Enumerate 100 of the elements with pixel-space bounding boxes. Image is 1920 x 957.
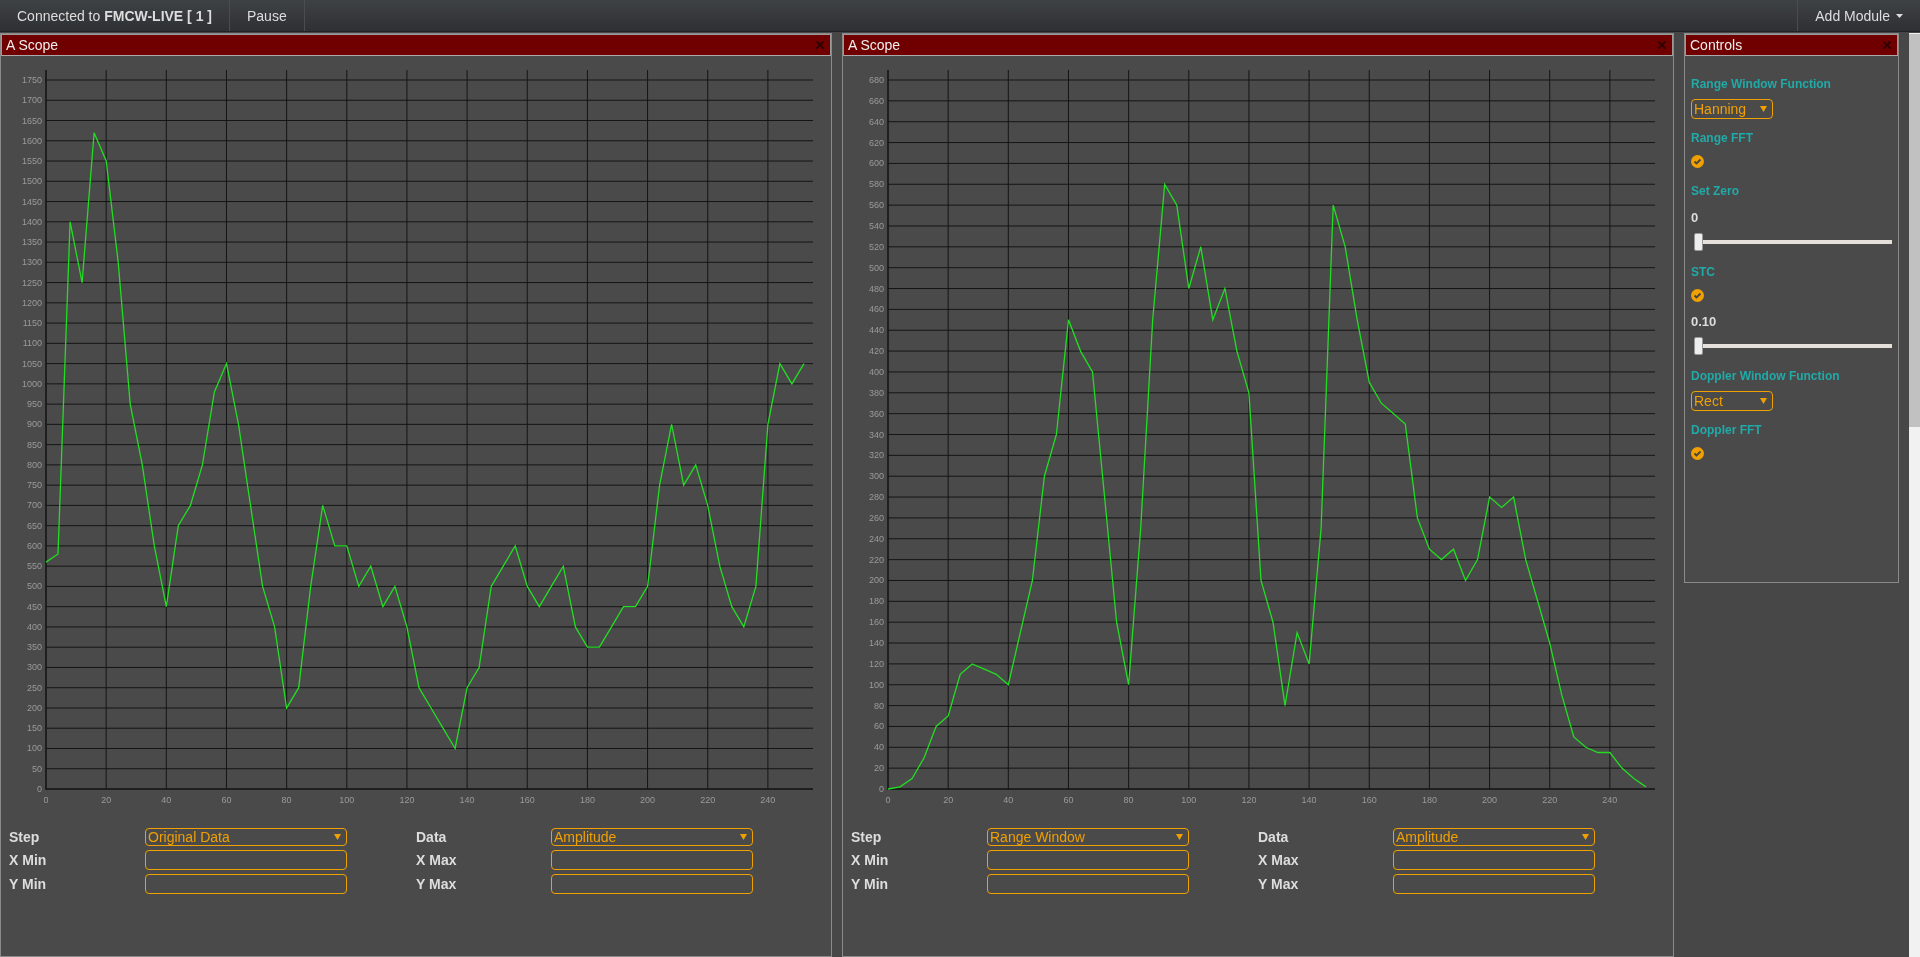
axis-tick-label: 1400	[21, 216, 42, 227]
checked-checkbox[interactable]	[1691, 155, 1704, 168]
axis-tick-label: 240	[760, 795, 776, 805]
axis-tick-label: 240	[1602, 795, 1618, 805]
caret-icon	[1176, 834, 1183, 840]
slider-thumb[interactable]	[1694, 233, 1703, 251]
checked-checkbox[interactable]	[1691, 447, 1704, 460]
axis-tick-label: 500	[26, 581, 42, 592]
axis-tick-label: 620	[868, 137, 884, 148]
slider-value: 0.10	[1691, 314, 1718, 329]
dropdown[interactable]: Amplitude	[1393, 828, 1595, 846]
axis-tick-label: 360	[868, 408, 884, 419]
input-field[interactable]	[987, 874, 1189, 894]
axis-tick-label: 150	[26, 723, 42, 734]
field-label: Step	[9, 829, 41, 845]
pause-button[interactable]: Pause	[230, 0, 305, 31]
axis-tick-label: 20	[943, 795, 954, 805]
field-label: Y Max	[1258, 876, 1300, 892]
axis-tick-label: 120	[1241, 795, 1257, 805]
control-label: Range Window Function	[1691, 77, 1832, 91]
axis-tick-label: 100	[868, 679, 884, 690]
axis-tick-label: 100	[26, 743, 42, 754]
axis-tick-label: 220	[700, 795, 716, 805]
caret-icon	[740, 834, 747, 840]
axis-tick-label: 480	[868, 283, 884, 294]
axis-tick-label: 1000	[21, 378, 42, 389]
dropdown[interactable]: Amplitude	[551, 828, 753, 846]
axis-tick-label: 80	[281, 795, 292, 805]
axis-tick-label: 420	[868, 346, 884, 357]
slider-value: 0	[1691, 210, 1700, 225]
caret-icon	[1760, 398, 1767, 404]
dropdown[interactable]: Original Data	[145, 828, 347, 846]
input-field[interactable]	[1393, 874, 1595, 894]
axis-tick-label: 180	[868, 596, 884, 607]
axis-tick-label: 550	[26, 561, 42, 572]
input-field[interactable]	[551, 874, 753, 894]
axis-tick-label: 200	[1482, 795, 1498, 805]
input-field[interactable]	[551, 850, 753, 870]
axis-tick-label: 700	[26, 500, 42, 511]
checked-checkbox[interactable]	[1691, 289, 1704, 302]
axis-tick-label: 1250	[21, 277, 42, 288]
scrollbar[interactable]	[1909, 33, 1920, 957]
field-label: X Max	[1258, 852, 1300, 868]
panel-title: A Scope	[6, 37, 59, 53]
axis-tick-label: 460	[868, 304, 884, 315]
control-label: Doppler FFT	[1691, 423, 1763, 437]
field-label: Y Min	[9, 876, 48, 892]
axis-tick-label: 140	[868, 638, 884, 649]
axis-tick-label: 300	[868, 471, 884, 482]
caret-icon	[334, 834, 341, 840]
axis-tick-label: 1750	[21, 75, 42, 85]
field-label: X Min	[851, 852, 890, 868]
control-label: Range FFT	[1691, 131, 1754, 145]
add-module-button[interactable]: Add Module	[1797, 0, 1920, 31]
axis-tick-label: 50	[32, 763, 42, 774]
axis-tick-label: 950	[26, 399, 42, 410]
input-field[interactable]	[1393, 850, 1595, 870]
field-label: X Max	[416, 852, 458, 868]
panel-title: A Scope	[848, 37, 901, 53]
axis-tick-label: 1500	[21, 176, 42, 187]
control-label: STC	[1691, 265, 1716, 279]
axis-tick-label: 100	[339, 795, 355, 805]
axis-tick-label: 1200	[21, 297, 42, 308]
dropdown[interactable]: Rect	[1691, 391, 1773, 411]
input-field[interactable]	[145, 850, 347, 870]
input-field[interactable]	[987, 850, 1189, 870]
axis-tick-label: 1350	[21, 237, 42, 248]
axis-tick-label: 0	[43, 795, 49, 805]
axis-tick-label: 220	[868, 554, 884, 565]
axis-tick-label: 40	[1003, 795, 1014, 805]
axis-tick-label: 0	[37, 784, 42, 794]
axis-tick-label: 450	[26, 601, 42, 612]
dropdown[interactable]: Range Window	[987, 828, 1189, 846]
control-label: Doppler Window Function	[1691, 369, 1841, 383]
input-field[interactable]	[145, 874, 347, 894]
axis-tick-label: 40	[161, 795, 172, 805]
axis-tick-label: 200	[868, 575, 884, 586]
field-label: Y Max	[416, 876, 458, 892]
axis-tick-label: 640	[868, 116, 884, 127]
axis-tick-label: 180	[579, 795, 595, 805]
axis-tick-label: 1150	[22, 318, 42, 329]
axis-tick-label: 200	[26, 702, 42, 713]
axis-tick-label: 100	[1181, 795, 1197, 805]
slider-thumb[interactable]	[1694, 337, 1703, 355]
axis-tick-label: 540	[868, 220, 884, 231]
axis-tick-label: 850	[26, 439, 42, 450]
axis-tick-label: 60	[874, 721, 884, 732]
axis-tick-label: 20	[101, 795, 112, 805]
axis-tick-label: 560	[868, 200, 884, 211]
axis-tick-label: 650	[26, 520, 42, 531]
axis-tick-label: 1700	[21, 95, 42, 106]
axis-tick-label: 340	[868, 429, 884, 440]
axis-tick-label: 520	[868, 241, 884, 252]
axis-tick-label: 160	[1361, 795, 1377, 805]
connection-status: Connected to FMCW-LIVE [ 1 ]	[0, 0, 230, 31]
axis-tick-label: 680	[868, 75, 884, 85]
axis-tick-label: 140	[459, 795, 475, 805]
field-label: Data	[1258, 829, 1290, 845]
axis-tick-label: 380	[868, 387, 884, 398]
dropdown[interactable]: Hanning	[1691, 99, 1773, 119]
